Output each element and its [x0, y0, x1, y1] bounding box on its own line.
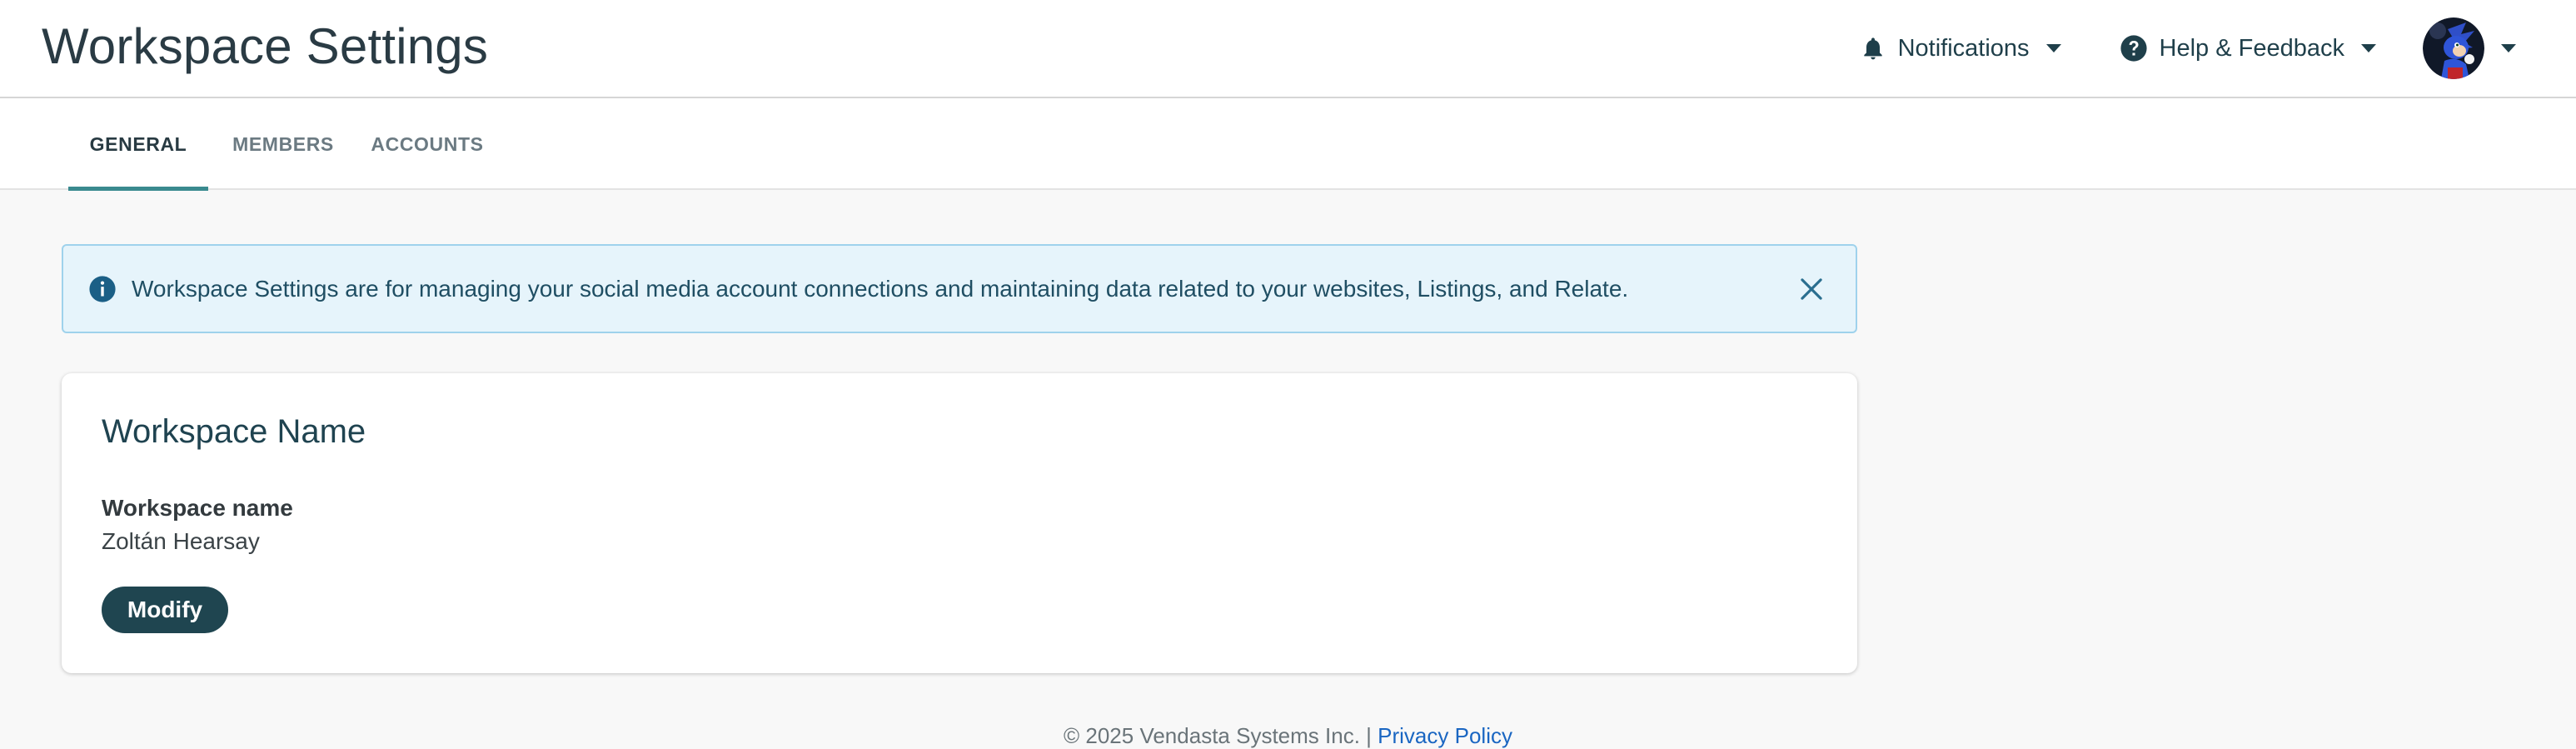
workspace-name-card: Workspace Name Workspace name Zoltán Hea…: [62, 373, 1857, 673]
tab-general[interactable]: GENERAL: [68, 98, 208, 191]
modify-button[interactable]: Modify: [102, 587, 228, 633]
notifications-button[interactable]: Notifications: [1848, 19, 2073, 77]
card-title: Workspace Name: [102, 413, 366, 450]
footer-copyright: © 2025 Vendasta Systems Inc.: [1064, 723, 1360, 748]
close-icon[interactable]: [1796, 273, 1827, 305]
header-actions: Notifications Help & Feedback: [1848, 0, 2576, 97]
bell-icon: [1863, 37, 1882, 60]
notifications-label: Notifications: [1897, 34, 2030, 62]
info-circle-icon: [89, 275, 116, 302]
workspace-name-label: Workspace name: [102, 495, 293, 521]
caret-down-icon: [2361, 44, 2376, 52]
caret-down-icon: [2045, 44, 2061, 52]
banner-text: Workspace Settings are for managing your…: [132, 275, 1629, 302]
page-title: Workspace Settings: [42, 18, 489, 74]
help-feedback-label: Help & Feedback: [2159, 34, 2344, 62]
privacy-policy-link[interactable]: Privacy Policy: [1378, 723, 1512, 748]
workspace-name-value: Zoltán Hearsay: [102, 528, 260, 554]
user-menu-button[interactable]: [2411, 17, 2528, 79]
help-feedback-button[interactable]: Help & Feedback: [2108, 19, 2388, 77]
tab-bar: GENERAL MEMBERS ACCOUNTS: [0, 98, 2576, 191]
top-header: Workspace Settings Notifications Help & …: [0, 0, 2576, 98]
tab-accounts[interactable]: ACCOUNTS: [360, 98, 495, 190]
question-circle-icon: [2120, 35, 2147, 62]
footer-separator: |: [1366, 723, 1372, 748]
tab-members[interactable]: MEMBERS: [218, 98, 348, 190]
info-banner: Workspace Settings are for managing your…: [62, 244, 1857, 333]
avatar: [2423, 17, 2484, 79]
caret-down-icon: [2501, 44, 2516, 52]
